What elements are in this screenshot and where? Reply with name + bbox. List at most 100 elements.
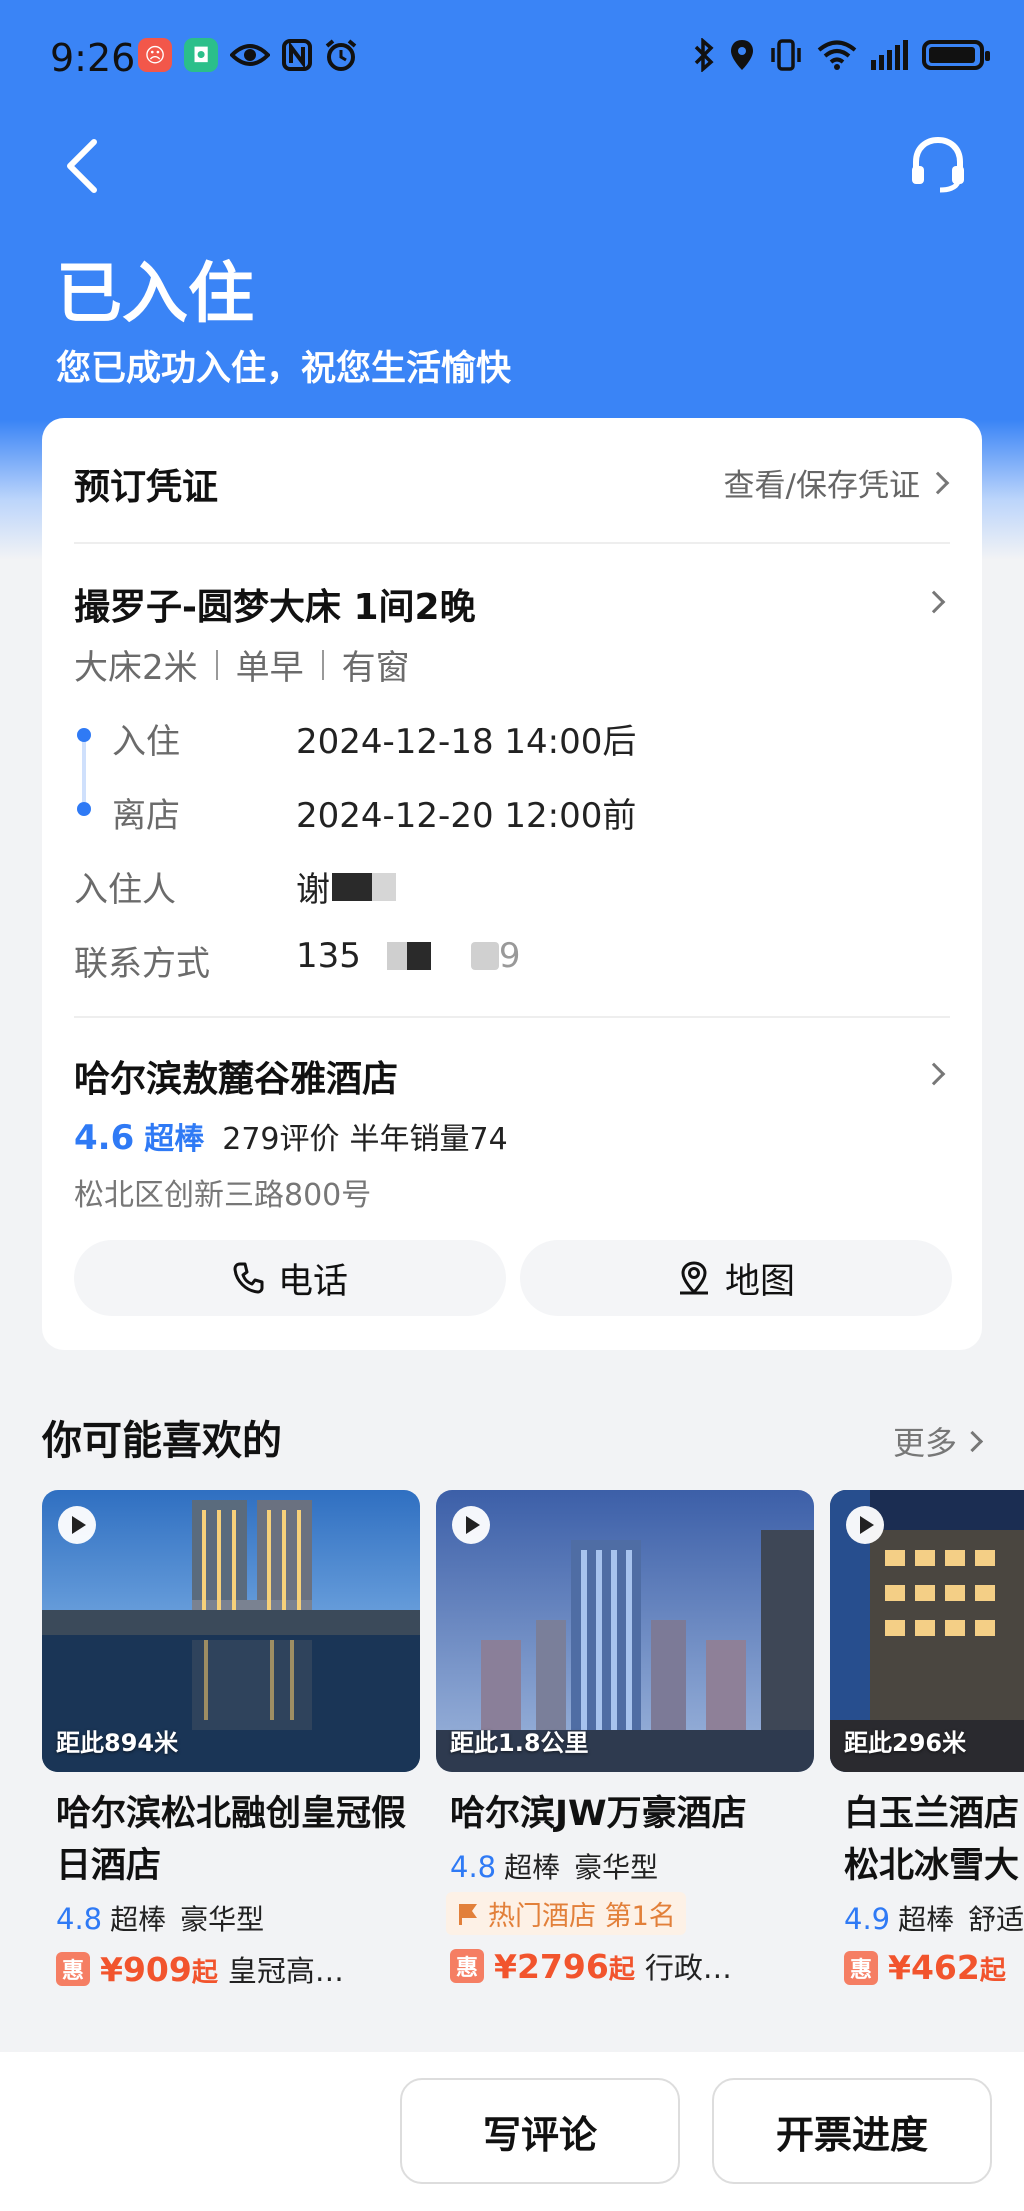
recommended-hotel-name: 哈尔滨JW万豪酒店 — [450, 1794, 747, 1834]
eye-icon — [230, 44, 270, 66]
hotel-distance: 距此296米 — [844, 1729, 967, 1757]
page-subtitle: 您已成功入住，祝您生活愉快 — [56, 349, 512, 389]
hotel-type: 舒适 — [968, 1903, 1024, 1936]
map-label: 地图 — [724, 1261, 795, 1302]
redaction-mask — [406, 942, 431, 970]
back-icon[interactable] — [58, 136, 108, 196]
hotel-distance: 距此1.8公里 — [450, 1729, 589, 1757]
redaction-mask — [332, 872, 372, 901]
contact-value-row: 135 9 — [296, 936, 521, 976]
bottom-action-bar: 写评论 开票进度 — [0, 2052, 1024, 2211]
review-count: 279评价 — [222, 1122, 340, 1157]
price-row: ¥909起 — [100, 1950, 218, 1989]
contact-tail: 9 — [498, 936, 521, 976]
chevron-right-icon[interactable] — [922, 590, 946, 614]
hotel-perk: 行政… — [644, 1951, 732, 1985]
hot-rank-label: 热门酒店 第1名 — [488, 1901, 676, 1932]
recommended-hotel-card[interactable]: 距此1.8公里 哈尔滨JW万豪酒店 4.8 超棒 豪华型 热门酒店 第1名 惠 … — [436, 1490, 814, 1987]
alarm-icon — [325, 39, 357, 71]
price-value: ¥2796 — [494, 1946, 609, 1986]
room-tag: 大床2米 — [74, 648, 198, 688]
hotel-photo[interactable]: 距此296米 — [830, 1490, 1024, 1772]
recommended-hotel-price: 惠 ¥2796起 行政… — [436, 1945, 814, 1987]
hotel-type: 豪华型 — [574, 1851, 659, 1884]
rating-score: 4.8 — [56, 1902, 103, 1936]
redaction-mask — [470, 942, 499, 970]
discount-badge-icon: 惠 — [450, 1949, 484, 1983]
voucher-section-title: 预订凭证 — [74, 467, 219, 508]
room-tags: 大床2米 单早 有窗 — [74, 640, 410, 689]
call-button[interactable]: 电话 — [74, 1240, 506, 1316]
call-label: 电话 — [277, 1261, 348, 1302]
phone-icon — [233, 1262, 264, 1294]
write-review-button[interactable]: 写评论 — [400, 2078, 680, 2184]
recommendations-title: 你可能喜欢的 — [42, 1418, 282, 1464]
room-title[interactable]: 撮罗子-圆梦大床 1间2晚 — [74, 578, 476, 630]
chevron-right-icon — [961, 1430, 984, 1452]
rating-score: 4.9 — [844, 1902, 891, 1936]
price-suffix: 起 — [608, 1954, 635, 1985]
price-suffix: 起 — [191, 1957, 218, 1988]
divider — [74, 542, 950, 544]
checkout-value: 2024-12-20 12:00前 — [296, 796, 637, 836]
recommended-hotel-rating: 4.8 超棒 豪华型 — [42, 1898, 420, 1938]
hot-rank-badge: 热门酒店 第1名 — [446, 1892, 686, 1935]
play-video-icon[interactable] — [58, 1506, 96, 1544]
recommended-hotel-card[interactable]: 距此894米 哈尔滨松北融创皇冠假日酒店 4.8 超棒 豪华型 惠 ¥909起 … — [42, 1490, 420, 1990]
view-voucher-label: 查看/保存凭证 — [723, 468, 920, 504]
status-bar: 9:26 ☹ ◘ — [0, 0, 1024, 118]
hotel-name[interactable]: 哈尔滨敖麓谷雅酒店 — [74, 1050, 398, 1102]
discount-badge-icon: 惠 — [56, 1952, 90, 1986]
contact-label: 联系方式 — [74, 944, 210, 984]
guest-value: 谢 — [296, 870, 330, 910]
tag-separator — [321, 649, 324, 680]
page-title: 已入住 — [56, 255, 254, 332]
hotel-rating: 4.6 超棒 279评价 半年销量74 — [74, 1114, 508, 1158]
price-row: ¥2796起 — [494, 1947, 635, 1986]
discount-badge-icon: 惠 — [844, 1950, 878, 1985]
recommended-hotel-rating: 4.9 超棒 舒适 — [830, 1898, 1024, 1938]
room-tag: 有窗 — [341, 648, 410, 688]
map-button[interactable]: 地图 — [520, 1240, 952, 1316]
checkin-label: 入住 — [112, 722, 180, 762]
hotel-photo[interactable]: 距此894米 — [42, 1490, 420, 1772]
checkin-value: 2024-12-18 14:00后 — [296, 722, 637, 762]
status-time: 9:26 — [50, 36, 136, 80]
recommended-hotel-card[interactable]: 距此296米 白玉兰酒店松北冰雪大 4.9 超棒 舒适 惠 ¥462起 — [830, 1490, 1024, 1987]
signal-icon — [871, 40, 908, 70]
hotel-type: 豪华型 — [180, 1903, 265, 1936]
customer-service-icon[interactable] — [906, 132, 970, 196]
price-row: ¥462起 — [888, 1948, 1006, 1987]
vibrate-icon — [771, 39, 801, 71]
invoice-progress-button[interactable]: 开票进度 — [712, 2078, 992, 2184]
view-voucher-link[interactable]: 查看/保存凭证 — [723, 460, 950, 505]
play-video-icon[interactable] — [452, 1506, 490, 1544]
chevron-right-icon[interactable] — [922, 1062, 946, 1086]
more-label: 更多 — [892, 1424, 957, 1462]
status-right-icons — [693, 38, 990, 72]
bluetooth-icon — [694, 38, 714, 72]
app-badge-red-icon: ☹ — [138, 38, 172, 72]
map-pin-icon — [679, 1261, 708, 1295]
rating-score: 4.6 — [74, 1118, 135, 1158]
hotel-distance: 距此894米 — [56, 1729, 179, 1757]
nfc-icon — [282, 39, 312, 71]
price-value: ¥462 — [888, 1948, 980, 1987]
checkout-label: 离店 — [112, 796, 180, 836]
rating-score: 4.8 — [450, 1850, 497, 1884]
chevron-right-icon — [926, 471, 950, 494]
recommended-hotel-name: 白玉兰酒店松北冰雪大 — [844, 1794, 1020, 1886]
price-suffix: 起 — [979, 1956, 1006, 1986]
rating-word: 超棒 — [144, 1122, 205, 1157]
recommended-hotel-price: 惠 ¥909起 皇冠高… — [42, 1948, 420, 1990]
rating-word: 超棒 — [898, 1903, 955, 1936]
app-badge-green-icon: ◘ — [184, 38, 218, 72]
location-icon — [731, 40, 753, 70]
redaction-mask — [372, 872, 396, 901]
play-video-icon[interactable] — [846, 1506, 884, 1544]
divider — [74, 1016, 950, 1018]
more-link[interactable]: 更多 — [892, 1418, 984, 1464]
checkout-dot — [77, 802, 91, 816]
booking-card: 预订凭证 查看/保存凭证 撮罗子-圆梦大床 1间2晚 大床2米 单早 有窗 入住… — [42, 418, 982, 1350]
hotel-photo[interactable]: 距此1.8公里 — [436, 1490, 814, 1772]
